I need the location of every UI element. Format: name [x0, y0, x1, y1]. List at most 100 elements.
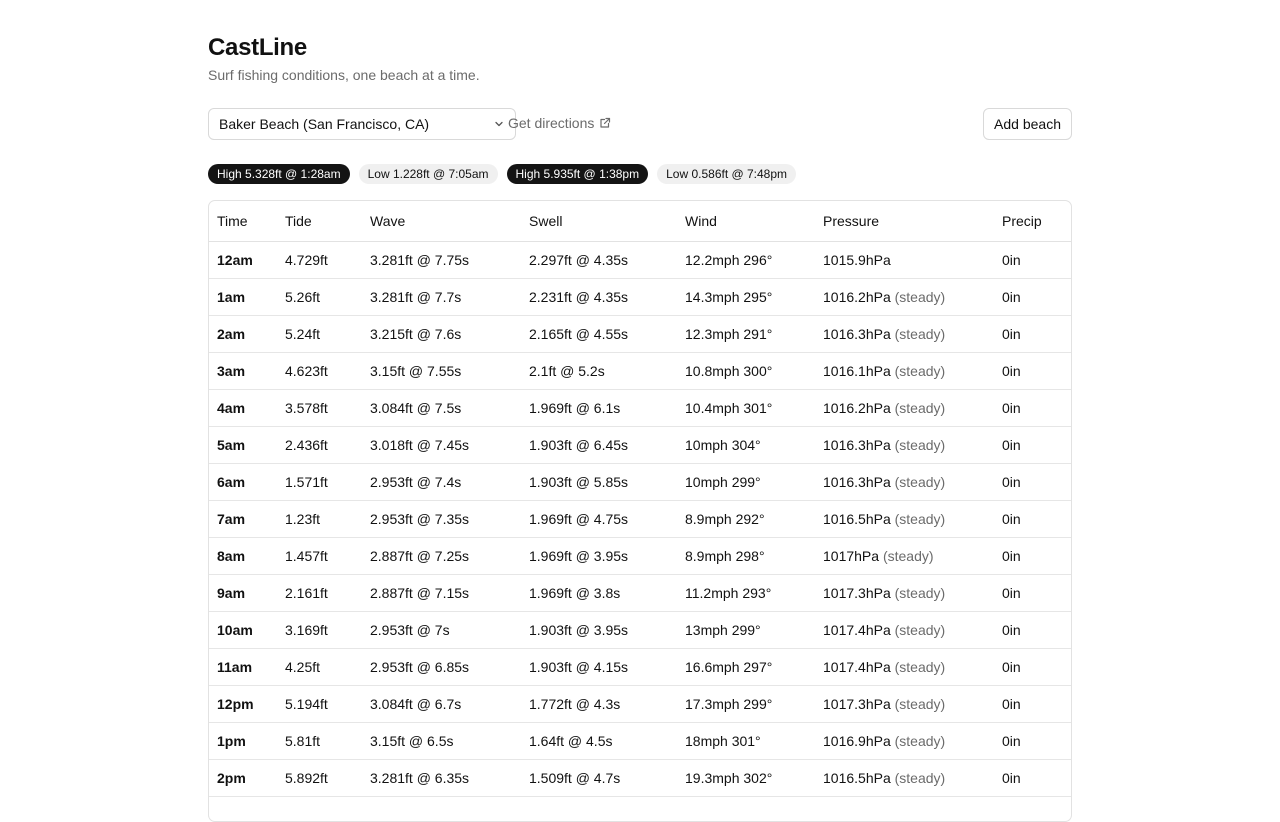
pressure-value: 1017.3hPa	[823, 585, 891, 601]
table-row: 2pm 5.892ft 3.281ft @ 6.35s 1.509ft @ 4.7s 1…	[209, 759, 1071, 797]
wind-cell: 8.9mph 298°	[677, 537, 815, 575]
tide-pill-high: High 5.328ft @ 1:28am	[208, 164, 350, 184]
get-directions-label: Get directions	[508, 115, 595, 131]
tide-cell: 1.23ft	[277, 500, 362, 538]
pressure-value: 1016.2hPa	[823, 400, 891, 416]
wind-cell: 8.9mph 292°	[677, 500, 815, 538]
tide-cell: 4.623ft	[277, 352, 362, 390]
wind-cell: 10mph 299°	[677, 463, 815, 501]
precip-cell: 0in	[994, 426, 1071, 464]
wind-cell: 17.3mph 299°	[677, 685, 815, 723]
pressure-cell: 1017.3hPa (steady)	[815, 574, 994, 612]
wave-cell: 3.281ft @ 6.35s	[362, 759, 521, 797]
pressure-trend: (steady)	[894, 400, 946, 416]
beach-select-value: Baker Beach (San Francisco, CA)	[219, 116, 430, 132]
pressure-cell: 1017hPa (steady)	[815, 537, 994, 575]
swell-cell: 1.64ft @ 4.5s	[521, 722, 677, 760]
wind-cell: 16.6mph 297°	[677, 648, 815, 686]
pressure-trend: (steady)	[894, 511, 946, 527]
time-cell: 7am	[209, 500, 277, 538]
time-cell: 4am	[209, 389, 277, 427]
precip-cell: 0in	[994, 611, 1071, 649]
wave-cell: 2.953ft @ 7.35s	[362, 500, 521, 538]
tide-cell: 2.436ft	[277, 426, 362, 464]
tide-pill-low: Low 0.586ft @ 7:48pm	[657, 164, 797, 184]
wind-cell: 18mph 301°	[677, 722, 815, 760]
tide-cell: 4.25ft	[277, 648, 362, 686]
table-row: 5am 2.436ft 3.018ft @ 7.45s 1.903ft @ 6.45s…	[209, 426, 1071, 464]
tide-cell: 3.578ft	[277, 389, 362, 427]
pressure-cell: 1016.3hPa (steady)	[815, 426, 994, 464]
pressure-cell: 1016.9hPa (steady)	[815, 722, 994, 760]
precip-cell: 0in	[994, 352, 1071, 390]
pressure-trend: (steady)	[894, 363, 946, 379]
table-row: 1pm 5.81ft 3.15ft @ 6.5s 1.64ft @ 4.5s 18mph…	[209, 722, 1071, 760]
pressure-cell: 1017.4hPa (steady)	[815, 611, 994, 649]
wave-cell: 3.215ft @ 7.6s	[362, 315, 521, 353]
pressure-value: 1016.2hPa	[823, 289, 891, 305]
pressure-trend: (steady)	[894, 289, 946, 305]
table-row: 3am 4.623ft 3.15ft @ 7.55s 2.1ft @ 5.2s 10.8…	[209, 352, 1071, 390]
pressure-cell: 1016.5hPa (steady)	[815, 759, 994, 797]
column-header-pressure: Pressure	[815, 201, 994, 242]
column-header-wave: Wave	[362, 201, 521, 242]
wind-cell: 19.3mph 302°	[677, 759, 815, 797]
tide-cell: 2.161ft	[277, 574, 362, 612]
precip-cell: 0in	[994, 500, 1071, 538]
column-header-wind: Wind	[677, 201, 815, 242]
precip-cell: 0in	[994, 389, 1071, 427]
pressure-trend: (steady)	[894, 437, 946, 453]
wave-cell: 3.15ft @ 7.55s	[362, 352, 521, 390]
table-body: 12am 4.729ft 3.281ft @ 7.75s 2.297ft @ 4.35…	[209, 241, 1071, 797]
table-row: 11am 4.25ft 2.953ft @ 6.85s 1.903ft @ 4.15s…	[209, 648, 1071, 686]
pressure-cell: 1017.4hPa (steady)	[815, 648, 994, 686]
column-header-tide: Tide	[277, 201, 362, 242]
pressure-cell: 1016.2hPa (steady)	[815, 278, 994, 316]
add-beach-button[interactable]: Add beach	[983, 108, 1072, 140]
table-row: 2am 5.24ft 3.215ft @ 7.6s 2.165ft @ 4.55s 12…	[209, 315, 1071, 353]
pressure-trend: (steady)	[894, 770, 946, 786]
tide-cell: 5.892ft	[277, 759, 362, 797]
swell-cell: 2.231ft @ 4.35s	[521, 278, 677, 316]
time-cell: 9am	[209, 574, 277, 612]
wind-cell: 12.2mph 296°	[677, 241, 815, 279]
wind-cell: 10.8mph 300°	[677, 352, 815, 390]
precip-cell: 0in	[994, 241, 1071, 279]
wave-cell: 2.887ft @ 7.15s	[362, 574, 521, 612]
pressure-trend: (steady)	[894, 696, 946, 712]
tide-cell: 5.194ft	[277, 685, 362, 723]
time-cell: 3am	[209, 352, 277, 390]
pressure-trend: (steady)	[894, 622, 946, 638]
table-row: 8am 1.457ft 2.887ft @ 7.25s 1.969ft @ 3.95s…	[209, 537, 1071, 575]
wind-cell: 12.3mph 291°	[677, 315, 815, 353]
wave-cell: 2.953ft @ 6.85s	[362, 648, 521, 686]
swell-cell: 1.903ft @ 4.15s	[521, 648, 677, 686]
beach-select[interactable]: Baker Beach (San Francisco, CA)	[208, 108, 516, 140]
tide-cell: 3.169ft	[277, 611, 362, 649]
pressure-cell: 1016.2hPa (steady)	[815, 389, 994, 427]
wave-cell: 2.887ft @ 7.25s	[362, 537, 521, 575]
swell-cell: 1.969ft @ 3.95s	[521, 537, 677, 575]
pressure-value: 1015.9hPa	[823, 252, 891, 268]
wind-cell: 13mph 299°	[677, 611, 815, 649]
wave-cell: 3.084ft @ 7.5s	[362, 389, 521, 427]
time-cell: 2am	[209, 315, 277, 353]
pressure-cell: 1016.1hPa (steady)	[815, 352, 994, 390]
app-subtitle: Surf fishing conditions, one beach at a …	[208, 67, 480, 83]
wave-cell: 2.953ft @ 7s	[362, 611, 521, 649]
pressure-cell: 1017.3hPa (steady)	[815, 685, 994, 723]
pressure-value: 1017.4hPa	[823, 622, 891, 638]
table-row: 12pm 5.194ft 3.084ft @ 6.7s 1.772ft @ 4.3s 1…	[209, 685, 1071, 723]
get-directions-link[interactable]: Get directions	[508, 115, 611, 131]
pressure-trend: (steady)	[882, 548, 934, 564]
swell-cell: 1.903ft @ 6.45s	[521, 426, 677, 464]
wave-cell: 3.15ft @ 6.5s	[362, 722, 521, 760]
swell-cell: 2.297ft @ 4.35s	[521, 241, 677, 279]
time-cell: 12am	[209, 241, 277, 279]
column-header-swell: Swell	[521, 201, 677, 242]
controls-bar: Baker Beach (San Francisco, CA) Get dire…	[208, 108, 1072, 140]
tide-cell: 1.457ft	[277, 537, 362, 575]
time-cell: 6am	[209, 463, 277, 501]
pressure-value: 1017.4hPa	[823, 659, 891, 675]
tide-cell: 4.729ft	[277, 241, 362, 279]
